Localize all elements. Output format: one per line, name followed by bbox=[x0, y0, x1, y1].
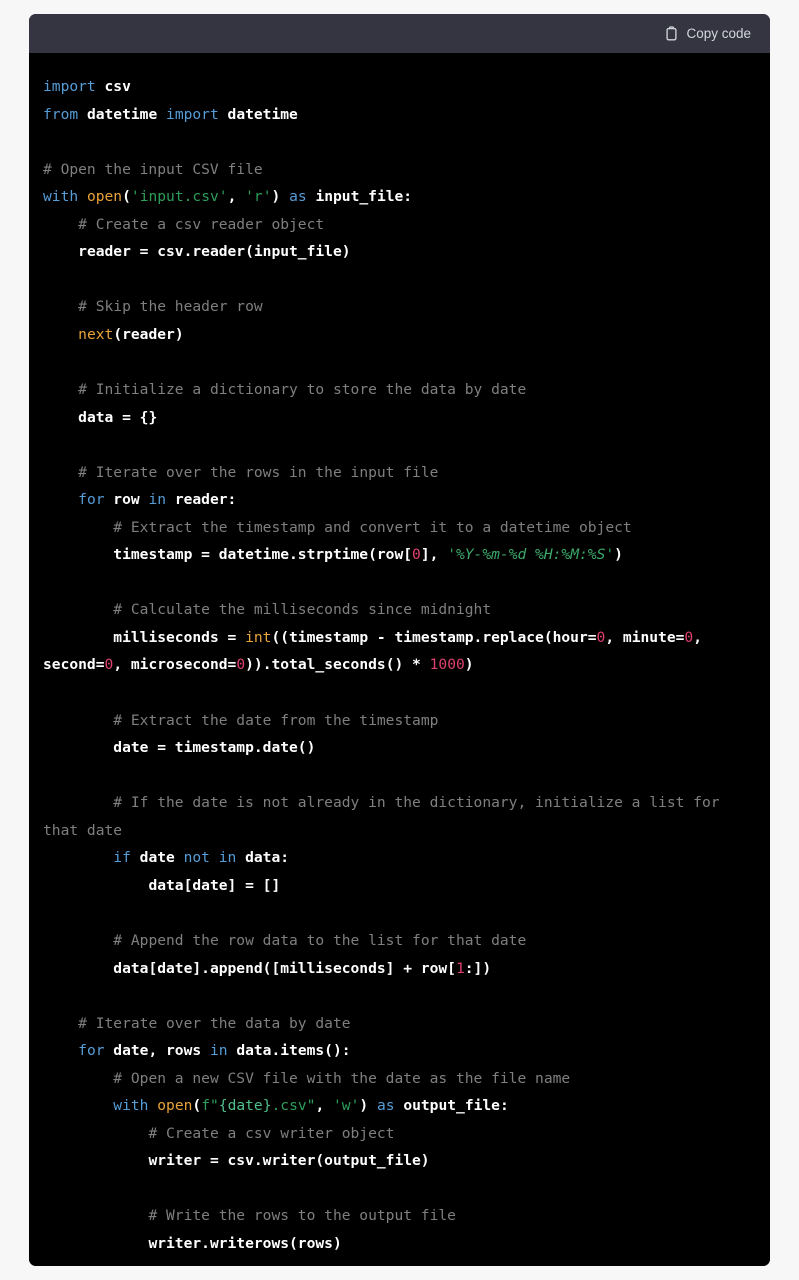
code-token-str: ' bbox=[605, 546, 615, 564]
code-token-plain: data[date] = [] bbox=[43, 876, 281, 894]
code-token-plain: data.items(): bbox=[227, 1042, 351, 1060]
code-token-plain: writer = csv.writer(output_file) bbox=[43, 1152, 430, 1170]
code-token-com: # Calculate the milliseconds since midni… bbox=[43, 601, 492, 619]
code-token-kw: as bbox=[289, 188, 307, 206]
code-token-kw: for bbox=[78, 491, 105, 509]
code-token-plain: ((timestamp - timestamp.replace(hour= bbox=[271, 628, 597, 646]
code-token-plain: data = {} bbox=[43, 408, 158, 426]
code-content: import csv from datetime import datetime… bbox=[43, 73, 756, 1258]
code-token-com: # Create a csv reader object bbox=[43, 215, 325, 233]
code-token-str-fmt: %Y-%m-%d %H:%M:%S bbox=[455, 546, 606, 564]
code-token-plain: ( bbox=[192, 1097, 202, 1115]
code-token-fstr-br: {date} bbox=[218, 1097, 272, 1115]
copy-code-button[interactable]: Copy code bbox=[662, 22, 753, 46]
code-token-com: # Iterate over the data by date bbox=[43, 1014, 351, 1032]
code-token-com: # Iterate over the rows in the input fil… bbox=[43, 463, 439, 481]
code-token-plain: , minute= bbox=[605, 628, 685, 646]
code-token-kw: from bbox=[43, 105, 79, 123]
code-token-kw: with bbox=[113, 1097, 149, 1115]
code-token-plain: ) bbox=[271, 188, 290, 206]
clipboard-icon bbox=[664, 25, 679, 42]
code-token-str: ' bbox=[447, 546, 456, 564]
code-token-com: # Write the rows to the output file bbox=[43, 1207, 456, 1225]
code-token-plain: row bbox=[104, 491, 149, 509]
code-token-kw: for bbox=[78, 1042, 105, 1060]
code-token-builtin: int bbox=[245, 628, 272, 646]
code-token-plain: (reader) bbox=[113, 325, 184, 343]
code-token-builtin: open bbox=[86, 188, 123, 206]
code-token-kw: in bbox=[209, 1042, 228, 1060]
code-token-kw: with bbox=[43, 188, 79, 206]
code-token-plain: , microsecond= bbox=[113, 656, 237, 674]
code-token-plain: ) bbox=[359, 1097, 377, 1115]
code-token-plain: reader = csv.reader(input_file) bbox=[43, 243, 351, 261]
copy-code-label: Copy code bbox=[686, 25, 751, 41]
code-token-plain: date, rows bbox=[104, 1042, 210, 1060]
code-token-kw: if bbox=[113, 849, 131, 867]
code-block-header: Copy code bbox=[29, 14, 770, 53]
code-token-com: # Open the input CSV file bbox=[43, 160, 263, 178]
code-token-plain: date bbox=[130, 849, 184, 867]
code-token-builtin: open bbox=[157, 1097, 193, 1115]
code-token-num: 0 bbox=[412, 546, 421, 564]
code-token-plain: datetime bbox=[218, 105, 298, 123]
code-token-com: # Initialize a dictionary to store the d… bbox=[43, 381, 527, 399]
code-block: Copy code import csv from datetime impor… bbox=[29, 14, 770, 1266]
code-token-str: 'input.csv' bbox=[130, 188, 228, 206]
code-token-plain: reader: bbox=[166, 491, 237, 509]
code-token-com: # Open a new CSV file with the date as t… bbox=[43, 1069, 571, 1087]
code-block-body[interactable]: import csv from datetime import datetime… bbox=[29, 53, 770, 1266]
code-token-plain: csv bbox=[95, 78, 131, 95]
code-token-kw: not bbox=[183, 849, 210, 867]
code-token-plain: ( bbox=[122, 188, 131, 206]
code-token-plain: date = timestamp.date() bbox=[43, 739, 316, 757]
code-token-plain: timestamp = datetime.strptime(row[ bbox=[43, 546, 413, 564]
code-token-str: 'w' bbox=[333, 1097, 360, 1115]
code-token-plain: , bbox=[315, 1097, 334, 1115]
code-token-plain: input_file: bbox=[306, 188, 413, 206]
code-token-kw: import bbox=[43, 78, 96, 95]
code-token-num: 1 bbox=[455, 959, 465, 977]
code-token-kw: as bbox=[376, 1097, 395, 1115]
code-source: import csv from datetime import datetime… bbox=[43, 78, 728, 1252]
code-token-str: 'r' bbox=[245, 188, 272, 206]
code-token-num: 0 bbox=[236, 656, 246, 674]
page-root: Copy code import csv from datetime impor… bbox=[0, 0, 799, 1280]
code-token-plain: ) bbox=[614, 546, 623, 564]
code-token-num: 0 bbox=[104, 656, 114, 674]
code-token-plain: data: bbox=[236, 849, 290, 867]
code-token-plain: milliseconds = bbox=[43, 628, 246, 646]
code-token-num: 1000 bbox=[429, 656, 465, 674]
code-token-builtin: next bbox=[78, 325, 114, 343]
code-token-plain: ], bbox=[420, 546, 448, 564]
code-token-com: # Extract the timestamp and convert it t… bbox=[43, 518, 632, 536]
code-token-kw: in bbox=[218, 849, 237, 867]
code-token-com: # Append the row data to the list for th… bbox=[43, 931, 527, 949]
code-token-plain: ) bbox=[464, 656, 474, 674]
code-token-str: .csv" bbox=[271, 1097, 316, 1115]
code-token-str: f" bbox=[201, 1097, 219, 1115]
code-token-plain: )).total_seconds() * bbox=[245, 656, 430, 674]
code-token-com: # Skip the header row bbox=[43, 298, 263, 316]
code-token-plain: data[date].append([milliseconds] + row[ bbox=[43, 959, 456, 977]
code-token-plain: , bbox=[227, 188, 246, 206]
code-token-plain: writer.writerows(rows) bbox=[43, 1234, 342, 1252]
code-token-num: 0 bbox=[684, 628, 694, 646]
code-token-plain: :]) bbox=[464, 959, 492, 977]
code-token-com: # Extract the date from the timestamp bbox=[43, 711, 439, 729]
code-token-plain: output_file: bbox=[394, 1097, 509, 1115]
code-token-kw: import bbox=[166, 105, 219, 123]
code-token-kw: in bbox=[148, 491, 167, 509]
code-token-com: # If the date is not already in the dict… bbox=[43, 794, 729, 839]
code-token-com: # Create a csv writer object bbox=[43, 1124, 395, 1142]
code-token-plain: datetime bbox=[78, 105, 167, 123]
